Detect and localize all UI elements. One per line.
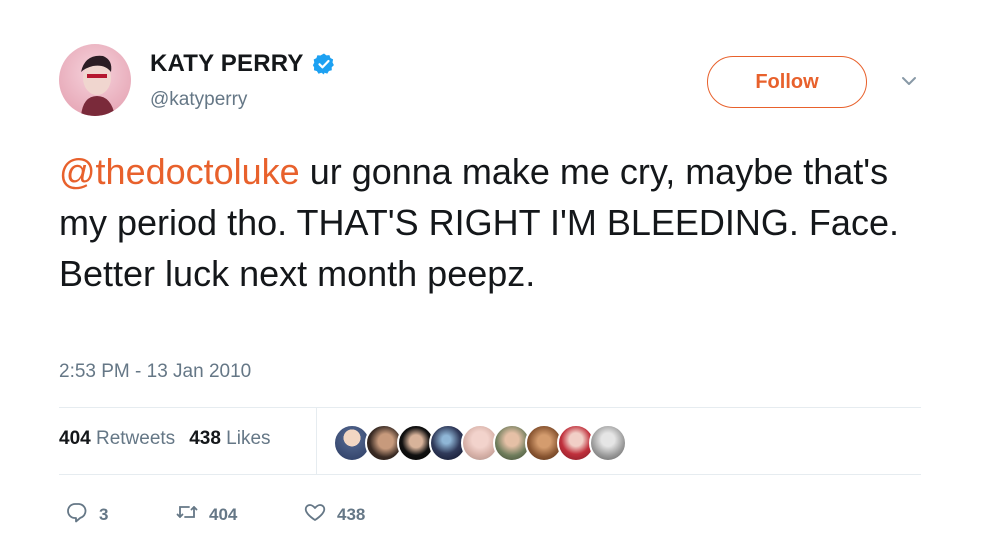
retweet-button[interactable]: 404	[175, 500, 303, 529]
divider-bottom	[59, 474, 921, 475]
tweet-actions: 3 404 438	[65, 500, 365, 529]
retweets-stat[interactable]: 404 Retweets	[59, 428, 175, 450]
like-button[interactable]: 438	[303, 500, 365, 529]
tweet-stats: 404 Retweets 438 Likes	[59, 428, 271, 450]
user-avatar[interactable]	[59, 44, 131, 116]
user-name[interactable]: KATY PERRY	[150, 50, 304, 78]
likes-count: 438	[189, 428, 221, 449]
retweet-icon	[175, 500, 199, 529]
mention-link[interactable]: @thedoctoluke	[59, 151, 300, 192]
liker-avatar[interactable]	[589, 424, 627, 462]
likes-label: Likes	[226, 428, 271, 449]
verified-badge-icon	[312, 52, 336, 76]
user-handle[interactable]: @katyperry	[150, 89, 247, 111]
follow-button[interactable]: Follow	[707, 56, 867, 108]
divider-top	[59, 407, 921, 408]
liker-avatars	[333, 424, 627, 462]
reply-icon	[65, 500, 89, 529]
tweet-timestamp[interactable]: 2:53 PM - 13 Jan 2010	[59, 361, 251, 383]
tweet-card: KATY PERRY @katyperry Follow @thedoctolu…	[0, 0, 981, 555]
reply-button[interactable]: 3	[65, 500, 175, 529]
heart-icon	[303, 500, 327, 529]
stats-separator	[316, 408, 317, 474]
retweets-count: 404	[59, 428, 91, 449]
retweet-count: 404	[209, 504, 238, 524]
tweet-text: @thedoctoluke ur gonna make me cry, mayb…	[59, 146, 939, 299]
likes-stat[interactable]: 438 Likes	[189, 428, 270, 450]
user-name-row: KATY PERRY	[150, 50, 336, 78]
like-count: 438	[337, 504, 366, 524]
chevron-down-icon[interactable]	[900, 72, 918, 90]
retweets-label: Retweets	[95, 428, 176, 449]
reply-count: 3	[99, 504, 109, 524]
